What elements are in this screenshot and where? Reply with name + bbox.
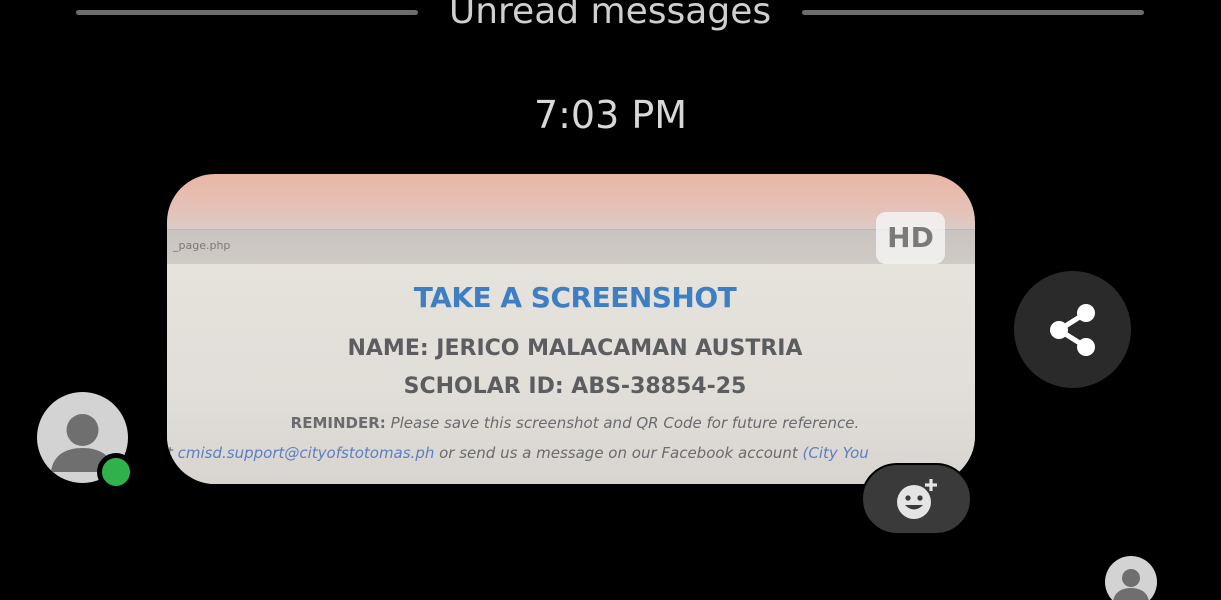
photo-contact-line: t cmisd.support@cityofstotomas.ph or sen… — [167, 444, 869, 462]
photo-contact-middle: or send us a message on our Facebook acc… — [434, 444, 803, 462]
share-icon — [1049, 303, 1095, 356]
photo-name-line: NAME: JERICO MALACAMAN AUSTRIA — [347, 336, 803, 361]
photo-contact-prefix: t — [167, 444, 178, 462]
photo-reminder-line: REMINDER: Please save this screenshot an… — [167, 414, 975, 432]
add-reaction-button[interactable] — [861, 463, 972, 535]
unread-divider-right-line — [802, 10, 1144, 15]
share-button[interactable] — [1014, 271, 1131, 388]
photo-heading: TAKE A SCREENSHOT — [413, 281, 737, 314]
photo-reminder-text: Please save this screenshot and QR Code … — [390, 414, 860, 432]
person-icon — [1113, 569, 1149, 600]
photo-contact-email: cmisd.support@cityofstotomas.ph — [177, 444, 435, 462]
online-status-dot — [97, 453, 135, 491]
read-receipt-avatar — [1105, 556, 1157, 600]
photo-contact-link: (City You — [802, 444, 869, 462]
message-timestamp: 7:03 PM — [533, 93, 688, 137]
photo-scholar-id-line: SCHOLAR ID: ABS-38854-25 — [403, 374, 747, 399]
photo-url-text: _page.php — [173, 239, 231, 252]
add-reaction-icon — [896, 479, 937, 519]
unread-divider-left-line — [76, 10, 418, 15]
photo-reminder-label: REMINDER: — [290, 414, 386, 432]
chat-view: Unread messages 7:03 PM _page.php TAKE A… — [0, 0, 1221, 600]
photo-url-bar: _page.php — [167, 229, 975, 265]
image-message[interactable]: _page.php TAKE A SCREENSHOT NAME: JERICO… — [167, 174, 975, 484]
unread-messages-label: Unread messages — [448, 0, 772, 32]
hd-badge: HD — [876, 212, 945, 264]
